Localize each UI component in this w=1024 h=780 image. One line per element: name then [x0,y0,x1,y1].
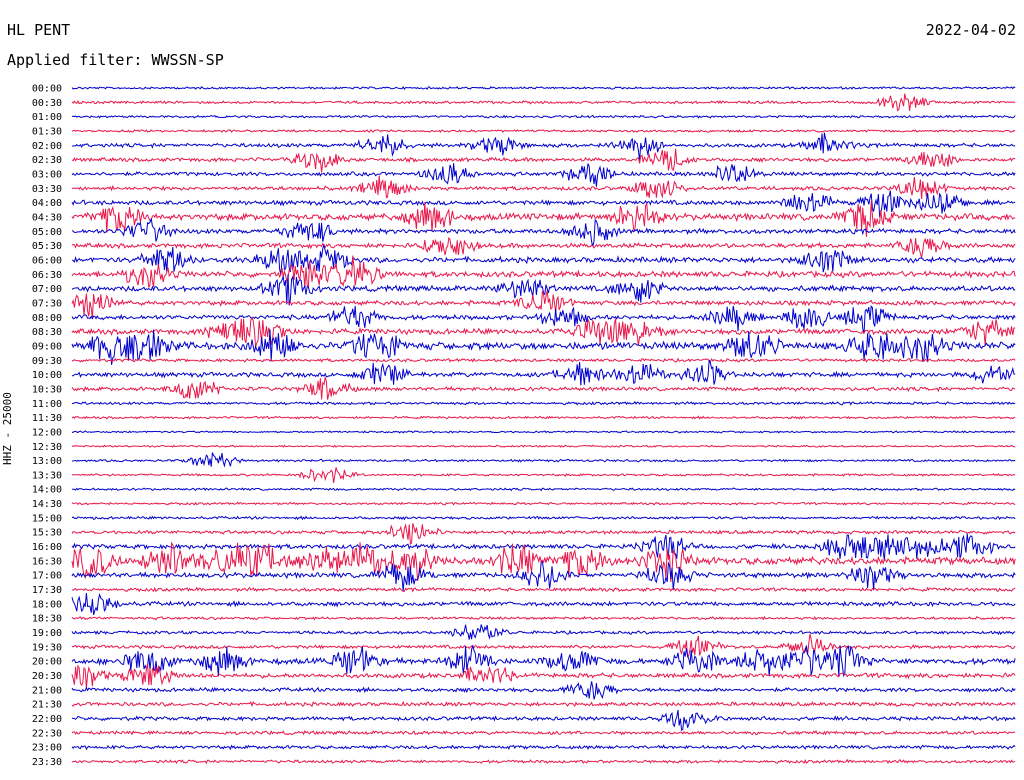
time-tick-label: 09:30 [32,356,62,367]
seismic-trace [71,444,1016,448]
seismic-trace [71,533,1016,561]
time-tick-label: 07:00 [32,284,62,295]
seismic-trace [71,86,1016,91]
time-tick-label: 06:00 [32,255,62,266]
time-tick-label: 04:00 [32,198,62,209]
time-tick-label: 20:00 [32,657,62,668]
seismic-trace [71,615,1016,621]
time-tick-label: 01:00 [32,112,62,123]
time-tick-label: 16:30 [32,556,62,567]
seismic-trace [71,377,1016,400]
time-tick-label: 11:30 [32,413,62,424]
seismic-trace [72,400,1016,406]
time-tick-label: 17:30 [32,585,62,596]
time-tick-label: 04:30 [32,212,62,223]
seismic-trace [71,190,1016,218]
time-tick-label: 18:00 [32,599,62,610]
time-tick-label: 02:30 [32,155,62,166]
time-tick-label: 05:00 [32,227,62,238]
seismic-trace [71,274,1016,306]
seismic-trace [71,129,1016,134]
time-tick-label: 10:00 [32,370,62,381]
time-tick-label: 12:00 [32,427,62,438]
seismic-trace [71,633,1016,659]
time-tick-label: 15:30 [32,528,62,539]
time-tick-label: 14:30 [32,499,62,510]
time-tick-label: 23:30 [32,757,62,768]
time-tick-label: 13:00 [32,456,62,467]
seismic-trace [71,645,1016,678]
seismic-trace [71,744,1016,751]
seismic-trace [71,681,1016,700]
time-tick-label: 22:00 [32,714,62,725]
time-tick-label: 22:30 [32,728,62,739]
time-tick-label: 16:00 [32,542,62,553]
time-tick-label: 17:00 [32,571,62,582]
seismic-trace [71,236,1016,258]
seismic-trace [71,255,1016,288]
time-tick-label: 05:30 [32,241,62,252]
time-tick-label: 14:00 [32,485,62,496]
seismic-trace [71,663,1016,689]
time-tick-label: 15:00 [32,513,62,524]
time-tick-label: 06:30 [32,270,62,281]
seismic-trace [71,357,1016,363]
seismic-trace [71,243,1016,275]
time-tick-label: 13:30 [32,470,62,481]
seismic-trace [71,624,1016,640]
seismic-trace [71,359,1016,386]
seismic-trace [71,561,1016,591]
seismic-trace [71,501,1016,506]
seismic-trace [71,515,1016,521]
time-tick-label: 23:00 [32,743,62,754]
time-tick-label: 12:30 [32,442,62,453]
time-tick-label: 08:30 [32,327,62,338]
seismic-trace [71,175,1016,199]
seismic-trace [71,758,1016,765]
seismic-trace [71,709,1016,732]
time-tick-label: 09:00 [32,341,62,352]
seismic-trace [72,487,1016,492]
time-tick-label: 03:00 [32,169,62,180]
time-tick-label: 21:00 [32,685,62,696]
seismic-trace [71,93,1016,112]
seismic-trace [71,114,1016,119]
time-tick-label: 03:30 [32,184,62,195]
seismogram-plot: 00:00 00:30 01:00 01:30 02:00 02:30 03:00 03:30… [32,84,1016,768]
seismic-trace [71,148,1016,173]
seismic-trace [71,430,1016,434]
time-tick-label: 21:30 [32,700,62,711]
time-tick-label: 02:00 [32,141,62,152]
seismic-trace [71,700,1016,708]
time-tick-label: 19:00 [32,628,62,639]
time-tick-label: 01:30 [32,126,62,137]
time-tick-label: 00:30 [32,98,62,109]
seismic-trace [71,467,1016,483]
seismic-trace [71,163,1016,187]
seismic-trace [71,132,1016,161]
seismic-trace [71,592,1016,616]
time-tick-label: 19:30 [32,642,62,653]
seismic-trace [71,415,1016,420]
time-tick-label: 00:00 [32,84,62,95]
time-tick-label: 18:30 [32,614,62,625]
time-tick-label: 08:00 [32,313,62,324]
time-tick-label: 10:30 [32,384,62,395]
time-tick-label: 07:30 [32,298,62,309]
seismic-trace [71,523,1016,546]
seismic-trace [71,729,1016,736]
time-tick-label: 20:30 [32,671,62,682]
seismic-trace [71,452,1016,468]
time-tick-label: 11:00 [32,399,62,410]
seismic-trace [71,290,1016,319]
